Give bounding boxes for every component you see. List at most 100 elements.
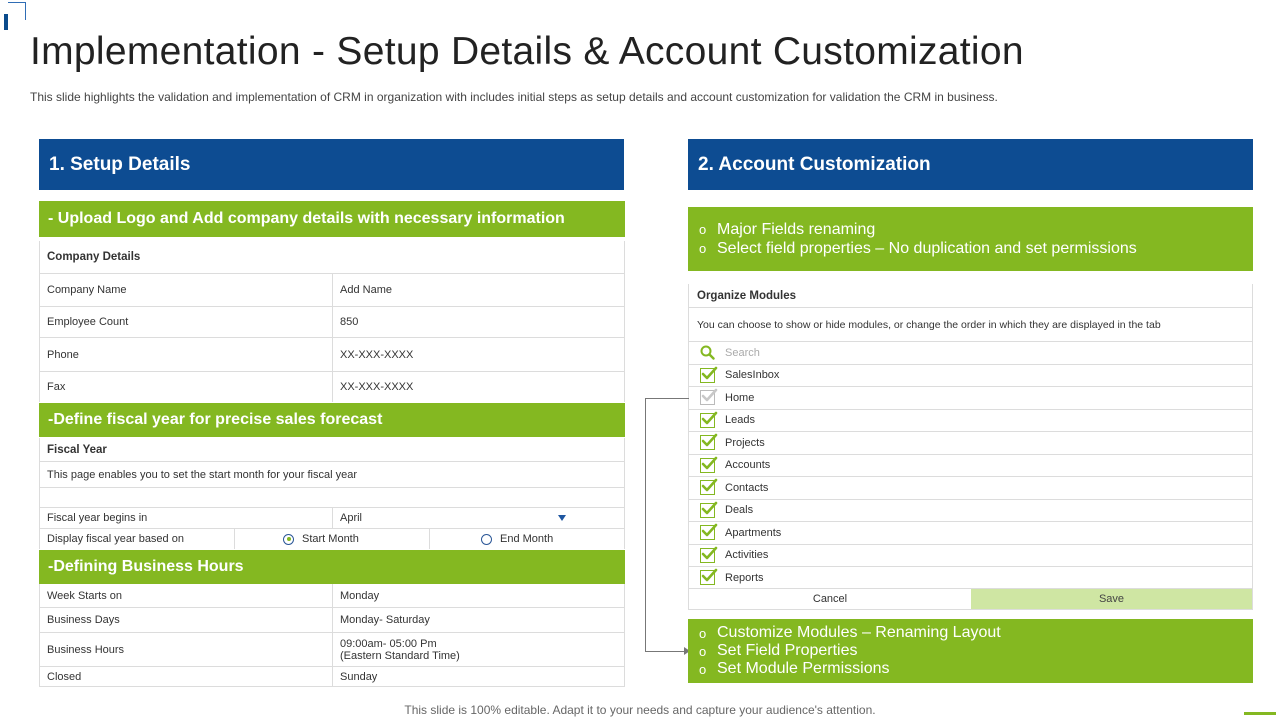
table-row: Business Hours 09:00am- 05:00 Pm (Easter… [40, 633, 624, 667]
module-row[interactable]: Apartments [689, 522, 1252, 545]
week-starts-label: Week Starts on [40, 584, 333, 607]
company-name-field[interactable]: Add Name [333, 274, 624, 306]
closed-label: Closed [40, 667, 333, 686]
module-label: Apartments [725, 526, 782, 539]
list-item: o Major Fields renaming [699, 220, 876, 238]
organize-modules-heading: Organize Modules [689, 284, 1252, 308]
module-label: Projects [725, 436, 765, 449]
business-days-label: Business Days [40, 608, 333, 632]
radio-end-label: End Month [500, 533, 554, 545]
company-name-label: Company Name [40, 274, 333, 306]
list-item: o Set Field Properties [699, 642, 858, 659]
module-row[interactable]: Deals [689, 500, 1252, 522]
table-row: Phone XX-XXX-XXXX [40, 338, 624, 372]
radio-start-month[interactable]: Start Month [235, 529, 430, 549]
closed-value[interactable]: Sunday [333, 667, 624, 686]
checkbox-checked-icon[interactable] [689, 523, 725, 541]
checkbox-unchecked-icon[interactable] [689, 388, 725, 406]
fiscal-year-note: This page enables you to set the start m… [40, 462, 624, 488]
button-row: Cancel Save [688, 588, 1253, 610]
checkbox-checked-icon[interactable] [689, 411, 725, 428]
table-row: Week Starts on Monday [40, 584, 624, 608]
module-label: Accounts [725, 459, 771, 472]
chevron-down-icon[interactable] [558, 515, 566, 521]
business-days-value[interactable]: Monday- Saturday [333, 608, 624, 632]
module-row[interactable]: Activities [689, 545, 1252, 567]
blank-row [40, 488, 624, 508]
list-item: o Select field properties – No duplicatio… [699, 239, 1137, 257]
table-row: Employee Count 850 [40, 307, 624, 338]
checkbox-checked-icon[interactable] [689, 478, 725, 496]
week-starts-value[interactable]: Monday [333, 584, 624, 607]
module-label: Home [725, 391, 755, 404]
display-fiscal-label: Display fiscal year based on [40, 529, 235, 549]
footer-note: This slide is 100% editable. Adapt it to… [404, 703, 876, 717]
cancel-button[interactable]: Cancel [689, 589, 971, 609]
employee-count-field[interactable]: 850 [333, 307, 624, 337]
module-label: Deals [725, 504, 754, 517]
module-row[interactable]: Contacts [689, 477, 1252, 500]
list-item: o Customize Modules – Renaming Layout [699, 624, 1001, 641]
page-subtitle: This slide highlights the validation and… [30, 90, 998, 104]
module-row[interactable]: Home [689, 387, 1252, 410]
checkbox-checked-icon[interactable] [689, 568, 725, 586]
table-row: Display fiscal year based on Start Month… [40, 529, 624, 549]
module-row[interactable]: Reports [689, 567, 1252, 590]
table-row: Fax XX-XXX-XXXX [40, 372, 624, 402]
radio-selected-icon[interactable] [283, 533, 294, 545]
radio-unselected-icon[interactable] [481, 533, 492, 545]
checkbox-checked-icon[interactable] [689, 366, 725, 383]
fiscal-begins-select[interactable]: April [333, 508, 624, 528]
setup-details-header: 1. Setup Details [39, 139, 624, 190]
module-label: Contacts [725, 481, 769, 494]
radio-start-label: Start Month [302, 533, 359, 545]
checkbox-checked-icon[interactable] [689, 433, 725, 451]
section-upload-logo: - Upload Logo and Add company details wi… [39, 201, 625, 237]
table-row: Company Name Add Name [40, 274, 624, 307]
organize-modules-note: You can choose to show or hide modules, … [689, 308, 1252, 342]
connector-arrow [645, 398, 690, 655]
list-item: o Set Module Permissions [699, 660, 890, 677]
phone-field[interactable]: XX-XXX-XXXX [333, 338, 624, 371]
fiscal-year-table: Fiscal Year This page enables you to set… [39, 438, 625, 549]
radio-end-month[interactable]: End Month [430, 529, 624, 549]
module-list: SalesInbox Home Leads Projects Accounts Conta… [689, 365, 1252, 590]
company-details-heading: Company Details [40, 241, 624, 274]
module-label: SalesInbox [725, 369, 780, 382]
search-icon [689, 345, 725, 360]
module-label: Leads [725, 414, 755, 427]
bullets-bottom: o Customize Modules – Renaming Layout o Se… [688, 619, 1253, 683]
table-row: Business Days Monday- Saturday [40, 608, 624, 633]
section-business-hours: -Defining Business Hours [39, 550, 625, 584]
business-hours-value[interactable]: 09:00am- 05:00 Pm (Eastern Standard Time… [333, 633, 624, 666]
phone-label: Phone [40, 338, 333, 371]
employee-count-label: Employee Count [40, 307, 333, 337]
fax-field[interactable]: XX-XXX-XXXX [333, 372, 624, 402]
section-fiscal-year: -Define fiscal year for precise sales fo… [39, 403, 625, 437]
table-row: Closed Sunday [40, 667, 624, 687]
module-row[interactable]: SalesInbox [689, 365, 1252, 387]
search-row[interactable]: Search [689, 342, 1252, 365]
organize-modules-panel: Organize Modules You can choose to show … [688, 284, 1253, 590]
business-hours-table: Week Starts on Monday Business Days Mond… [39, 584, 625, 687]
module-label: Reports [725, 571, 764, 584]
table-row: Fiscal year begins in April [40, 508, 624, 529]
module-row[interactable]: Leads [689, 410, 1252, 432]
company-details-table: Company Details Company Name Add Name Em… [39, 241, 625, 402]
save-button[interactable]: Save [971, 589, 1252, 609]
page-title: Implementation - Setup Details & Account… [30, 30, 1024, 73]
fiscal-year-heading: Fiscal Year [40, 438, 624, 462]
search-input[interactable]: Search [725, 347, 760, 359]
corner-logo-mark [4, 2, 26, 30]
fiscal-begins-label: Fiscal year begins in [40, 508, 333, 528]
business-hours-time: 09:00am- 05:00 Pm [340, 637, 437, 650]
bullets-top: o Major Fields renaming o Select field pro… [688, 207, 1253, 271]
checkbox-checked-icon[interactable] [689, 456, 725, 473]
fax-label: Fax [40, 372, 333, 402]
checkbox-checked-icon[interactable] [689, 501, 725, 518]
footer-accent-line [1244, 712, 1276, 715]
module-row[interactable]: Accounts [689, 455, 1252, 477]
module-row[interactable]: Projects [689, 432, 1252, 455]
checkbox-checked-icon[interactable] [689, 546, 725, 563]
business-hours-label: Business Hours [40, 633, 333, 666]
